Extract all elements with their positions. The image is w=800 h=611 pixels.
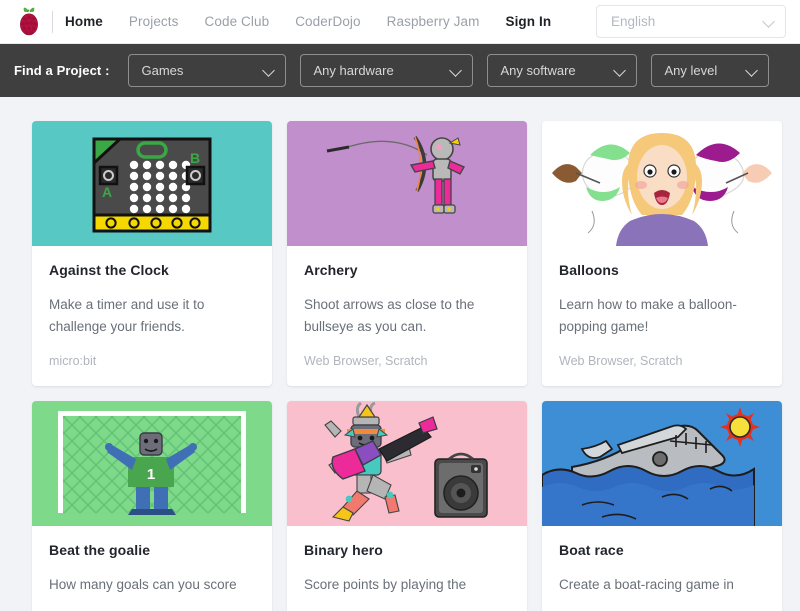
project-card[interactable]: 1 Beat the goalie How many goals can you… xyxy=(32,400,272,611)
find-a-project-label: Find a Project : xyxy=(14,63,110,78)
project-card-body: Against the Clock Make a timer and use i… xyxy=(32,246,272,386)
project-card-tags: Web Browser, Scratch xyxy=(559,353,683,368)
filter-dropdown-category[interactable]: Games xyxy=(127,54,286,87)
project-card[interactable]: Archery Shoot arrows as close to the bul… xyxy=(287,121,527,386)
language-select[interactable]: English xyxy=(596,5,786,38)
project-card[interactable]: Balloons Learn how to make a balloon-pop… xyxy=(542,121,782,386)
nav-link-home[interactable]: Home xyxy=(65,14,103,29)
chevron-down-icon xyxy=(615,65,626,76)
filter-dropdown-software[interactable]: Any software xyxy=(486,54,637,87)
project-card-title: Boat race xyxy=(559,541,624,558)
nav-divider xyxy=(52,10,53,33)
nav-link-projects[interactable]: Projects xyxy=(129,14,179,29)
nav-link-coderdojo[interactable]: CoderDojo xyxy=(295,14,360,29)
filter-bar: Find a Project : Games Any hardware Any … xyxy=(0,44,800,97)
project-card-body: Boat race Create a boat-racing game in xyxy=(542,526,782,611)
project-card-tags: Web Browser, Scratch xyxy=(304,353,428,368)
filter-dropdown-hardware[interactable]: Any hardware xyxy=(299,54,473,87)
nav-link-raspberry-jam[interactable]: Raspberry Jam xyxy=(387,14,480,29)
top-navigation-bar: Home Projects Code Club CoderDojo Raspbe… xyxy=(0,0,800,44)
nav-link-code-club[interactable]: Code Club xyxy=(205,14,270,29)
project-card-description: Score points by playing the xyxy=(304,576,467,592)
project-thumbnail-goalie: 1 xyxy=(32,400,272,526)
nav-links: Home Projects Code Club CoderDojo Raspbe… xyxy=(65,14,551,29)
raspberry-pi-logo[interactable] xyxy=(14,7,44,37)
project-card-title: Archery xyxy=(304,262,358,278)
project-card[interactable]: A B Against the Clock Make a timer and u… xyxy=(32,121,272,386)
svg-text:B: B xyxy=(190,150,200,166)
project-thumbnail-binary-hero xyxy=(287,400,527,526)
project-card-body: Beat the goalie How many goals can you s… xyxy=(32,526,272,611)
project-thumbnail-balloons xyxy=(542,121,782,246)
svg-text:A: A xyxy=(102,184,112,200)
nav-link-sign-in[interactable]: Sign In xyxy=(505,14,551,29)
filter-dropdown-software-value: Any software xyxy=(500,63,576,78)
project-card-description: How many goals can you score xyxy=(49,576,237,592)
project-card-description: Learn how to make a balloon-popping game… xyxy=(559,297,737,334)
filter-dropdown-level-value: Any level xyxy=(664,63,718,78)
project-card-grid: A B Against the Clock Make a timer and u… xyxy=(32,121,782,611)
project-card-description: Create a boat-racing game in xyxy=(559,576,734,592)
project-card-title: Against the Clock xyxy=(49,262,169,278)
chevron-down-icon xyxy=(264,65,275,76)
project-card-body: Archery Shoot arrows as close to the bul… xyxy=(287,246,527,386)
project-card[interactable]: Binary hero Score points by playing the xyxy=(287,400,527,611)
project-card-body: Binary hero Score points by playing the xyxy=(287,526,527,611)
chevron-down-icon xyxy=(451,65,462,76)
project-card-tags: micro:bit xyxy=(49,353,97,368)
project-grid-area: A B Against the Clock Make a timer and u… xyxy=(0,97,800,611)
svg-text:1: 1 xyxy=(147,466,155,483)
project-card[interactable]: Boat race Create a boat-racing game in xyxy=(542,400,782,611)
language-select-value: English xyxy=(611,14,656,29)
project-card-title: Balloons xyxy=(559,262,619,278)
chevron-down-icon xyxy=(764,16,775,27)
project-thumbnail-microbit: A B xyxy=(32,121,272,246)
project-card-body: Balloons Learn how to make a balloon-pop… xyxy=(542,246,782,386)
project-card-description: Make a timer and use it to challenge you… xyxy=(49,297,205,334)
chevron-down-icon xyxy=(747,65,758,76)
filter-dropdown-hardware-value: Any hardware xyxy=(313,63,394,78)
project-card-title: Beat the goalie xyxy=(49,541,151,558)
project-card-title: Binary hero xyxy=(304,541,383,558)
project-thumbnail-archery xyxy=(287,121,527,246)
project-card-description: Shoot arrows as close to the bullseye as… xyxy=(304,297,475,334)
filter-dropdown-category-value: Games xyxy=(141,63,184,78)
filter-dropdown-level[interactable]: Any level xyxy=(650,54,769,87)
project-thumbnail-boat-race xyxy=(542,400,782,526)
